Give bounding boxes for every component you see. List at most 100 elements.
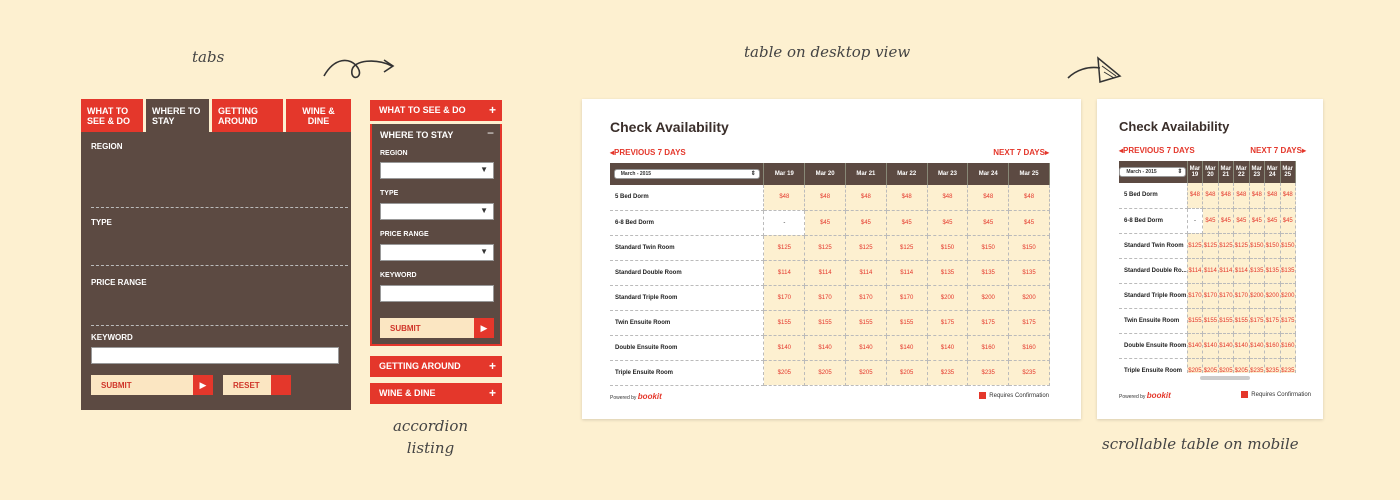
price-cell[interactable]: $125 <box>845 235 887 261</box>
price-cell[interactable]: $135 <box>1008 260 1050 286</box>
price-cell[interactable]: $114 <box>1202 258 1219 284</box>
price-cell[interactable]: $48 <box>967 185 1010 211</box>
price-cell[interactable]: $135 <box>1280 258 1296 284</box>
price-cell[interactable]: $205 <box>804 360 846 386</box>
price-cell[interactable]: $45 <box>967 210 1010 236</box>
price-cell[interactable]: $48 <box>1187 183 1204 209</box>
price-cell[interactable]: $45 <box>1280 208 1296 234</box>
price-cell[interactable]: $140 <box>1218 333 1235 359</box>
price-cell[interactable]: $205 <box>763 360 806 386</box>
price-cell[interactable]: $48 <box>763 185 806 211</box>
price-cell[interactable]: $140 <box>804 335 846 361</box>
type-select[interactable]: ▼ <box>380 203 494 220</box>
price-cell[interactable]: $170 <box>1218 283 1235 309</box>
tab-getting-around[interactable]: Getting around <box>212 99 283 132</box>
price-cell[interactable]: $175 <box>1280 308 1296 334</box>
price-cell[interactable]: $235 <box>1249 358 1266 373</box>
price-cell[interactable]: - <box>763 210 806 236</box>
price-cell[interactable]: $114 <box>804 260 846 286</box>
price-cell[interactable]: $125 <box>1202 233 1219 259</box>
price-cell[interactable]: $170 <box>804 285 846 311</box>
price-cell[interactable]: $48 <box>845 185 887 211</box>
price-cell[interactable]: $45 <box>1202 208 1219 234</box>
price-cell[interactable]: $48 <box>1218 183 1235 209</box>
price-cell[interactable]: $45 <box>1264 208 1281 234</box>
price-cell[interactable]: $45 <box>845 210 887 236</box>
price-cell[interactable]: $45 <box>886 210 928 236</box>
price-cell[interactable]: $150 <box>927 235 969 261</box>
previous-days-link[interactable]: ◂Previous 7 days <box>1119 146 1195 155</box>
price-cell[interactable]: $205 <box>845 360 887 386</box>
price-range-select[interactable]: ▼ <box>380 244 494 261</box>
price-cell[interactable]: $125 <box>1233 233 1250 259</box>
price-cell[interactable]: $235 <box>1280 358 1296 373</box>
price-cell[interactable]: $155 <box>763 310 806 336</box>
price-cell[interactable]: $170 <box>845 285 887 311</box>
price-cell[interactable]: $205 <box>1218 358 1235 373</box>
price-cell[interactable]: $140 <box>1202 333 1219 359</box>
price-cell[interactable]: $170 <box>763 285 806 311</box>
price-cell[interactable]: $45 <box>1008 210 1050 236</box>
price-cell[interactable]: $45 <box>1218 208 1235 234</box>
month-select[interactable]: March - 2015 ⇕ <box>1119 167 1187 177</box>
price-cell[interactable]: $140 <box>845 335 887 361</box>
price-cell[interactable]: $48 <box>1249 183 1266 209</box>
price-cell[interactable]: $205 <box>886 360 928 386</box>
price-cell[interactable]: $140 <box>763 335 806 361</box>
price-cell[interactable]: $125 <box>1218 233 1235 259</box>
price-cell[interactable]: $170 <box>1187 283 1204 309</box>
accordion-item-what-to-see[interactable]: What to see & do + <box>370 100 502 121</box>
price-cell[interactable]: $125 <box>763 235 806 261</box>
price-cell[interactable]: $155 <box>886 310 928 336</box>
price-cell[interactable]: $200 <box>927 285 969 311</box>
price-cell[interactable]: $205 <box>1202 358 1219 373</box>
region-select[interactable]: ▼ <box>380 162 494 179</box>
price-cell[interactable]: $114 <box>1187 258 1204 284</box>
price-cell[interactable]: $175 <box>1008 310 1050 336</box>
next-days-link[interactable]: Next 7 days▸ <box>993 148 1049 157</box>
availability-table-scroll[interactable]: March - 2015 ⇕ Mar 19 Mar 20 Mar 21 Mar 22 Mar… <box>1119 161 1296 373</box>
price-cell[interactable]: $200 <box>1249 283 1266 309</box>
accordion-item-getting-around[interactable]: Getting around + <box>370 356 502 377</box>
price-cell[interactable]: $160 <box>967 335 1010 361</box>
price-cell[interactable]: $140 <box>1233 333 1250 359</box>
price-cell[interactable]: $48 <box>804 185 846 211</box>
price-cell[interactable]: $170 <box>1202 283 1219 309</box>
price-cell[interactable]: $150 <box>1008 235 1050 261</box>
price-cell[interactable]: $155 <box>1202 308 1219 334</box>
price-cell[interactable]: $155 <box>1187 308 1204 334</box>
price-cell[interactable]: $114 <box>886 260 928 286</box>
price-cell[interactable]: $48 <box>927 185 969 211</box>
tab-where-to-stay[interactable]: Where to stay <box>146 99 209 132</box>
price-cell[interactable]: $45 <box>1233 208 1250 234</box>
minus-icon[interactable]: − <box>487 126 494 140</box>
price-cell[interactable]: $175 <box>1264 308 1281 334</box>
price-cell[interactable]: $114 <box>845 260 887 286</box>
price-cell[interactable]: $114 <box>1233 258 1250 284</box>
price-cell[interactable]: $125 <box>804 235 846 261</box>
tab-wine-dine[interactable]: Wine & dine <box>286 99 351 132</box>
price-cell[interactable]: $155 <box>845 310 887 336</box>
accordion-item-wine-dine[interactable]: Wine & dine + <box>370 383 502 404</box>
price-cell[interactable]: $235 <box>927 360 969 386</box>
price-cell[interactable]: $150 <box>1264 233 1281 259</box>
price-cell[interactable]: $48 <box>1264 183 1281 209</box>
price-cell[interactable]: $114 <box>763 260 806 286</box>
price-cell[interactable]: $48 <box>1280 183 1296 209</box>
price-cell[interactable]: $45 <box>927 210 969 236</box>
price-cell[interactable]: $175 <box>967 310 1010 336</box>
price-cell[interactable]: $114 <box>1218 258 1235 284</box>
price-cell[interactable]: $160 <box>1008 335 1050 361</box>
price-cell[interactable]: $125 <box>886 235 928 261</box>
price-cell[interactable]: $135 <box>1264 258 1281 284</box>
price-cell[interactable]: $170 <box>1233 283 1250 309</box>
price-cell[interactable]: $150 <box>967 235 1010 261</box>
horizontal-scrollbar[interactable] <box>1200 376 1250 380</box>
price-cell[interactable]: $160 <box>1280 333 1296 359</box>
submit-button[interactable]: Submit ▶ <box>91 375 213 395</box>
price-cell[interactable]: $160 <box>1264 333 1281 359</box>
price-cell[interactable]: $48 <box>1008 185 1050 211</box>
price-cell[interactable]: $155 <box>1233 308 1250 334</box>
price-cell[interactable]: $175 <box>927 310 969 336</box>
price-cell[interactable]: $45 <box>1249 208 1266 234</box>
